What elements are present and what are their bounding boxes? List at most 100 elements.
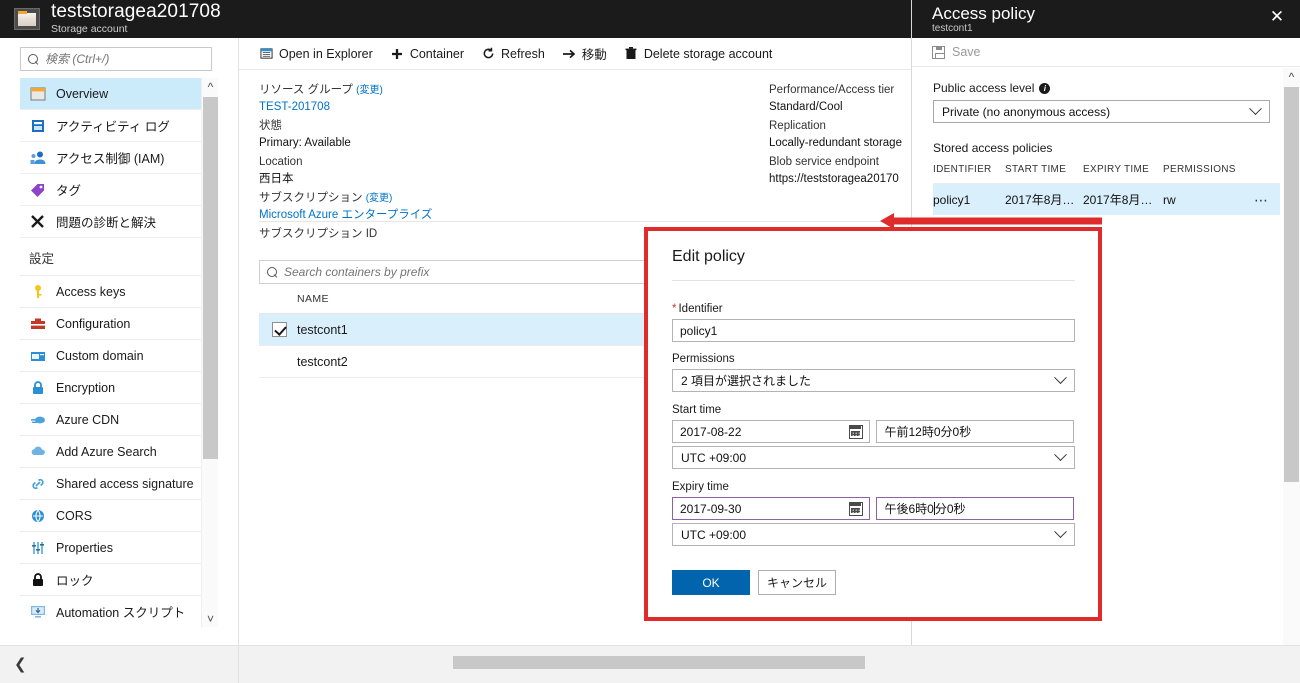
change-link[interactable]: (変更): [356, 85, 383, 96]
access-control-icon: [29, 149, 47, 167]
essentials-value: Primary: Available: [259, 137, 351, 149]
lock-black-icon: [29, 571, 47, 589]
permissions-field: Permissions 2 項目が選択されました: [672, 353, 1075, 392]
sidebar-item-properties[interactable]: Properties: [20, 532, 218, 564]
divider: [672, 280, 1075, 281]
public-access-level-select[interactable]: Private (no anonymous access): [933, 100, 1270, 123]
sidebar-item-azure-cdn[interactable]: Azure CDN: [20, 404, 218, 436]
close-icon[interactable]: ✕: [1266, 6, 1288, 28]
storage-account-icon: [14, 8, 40, 30]
access-policy-subtitle: testcont1: [932, 22, 973, 34]
blade-title-bar: teststoragea201708 Storage account: [0, 0, 911, 38]
command-label: Container: [409, 46, 465, 61]
info-icon[interactable]: i: [1039, 82, 1051, 94]
sidebar-item-tags[interactable]: タグ: [20, 174, 218, 206]
chevron-up-icon[interactable]: ^: [202, 78, 219, 95]
essentials-label: 状態: [259, 120, 282, 132]
expiry-date-input[interactable]: 2017-09-30: [672, 497, 870, 520]
permissions-select[interactable]: 2 項目が選択されました: [672, 369, 1075, 392]
diagnose-icon: [29, 213, 47, 231]
sidebar-item-access-keys[interactable]: Access keys: [20, 276, 218, 308]
access-policy-scrollbar[interactable]: ^ ˅: [1283, 68, 1300, 683]
sidebar-search-input[interactable]: [45, 52, 210, 66]
sidebar-item-add-azure-search[interactable]: Add Azure Search: [20, 436, 218, 468]
move-button[interactable]: 移動: [562, 44, 607, 63]
identifier-input[interactable]: [672, 319, 1075, 342]
dialog-buttons: OK キャンセル: [672, 570, 1074, 595]
sidebar-item-lock[interactable]: ロック: [20, 564, 218, 596]
essentials-label: Performance/Access tier: [769, 84, 895, 96]
sidebar-item-custom-domain[interactable]: Custom domain: [20, 340, 218, 372]
expiry-date-value: 2017-09-30: [680, 501, 742, 516]
chevron-left-icon[interactable]: ❮: [14, 645, 34, 683]
start-time-value: 午前12時0分0秒: [884, 425, 972, 439]
essentials-value: Standard/Cool: [769, 101, 843, 113]
row-checkbox[interactable]: [272, 322, 287, 337]
horizontal-scrollbar-thumb[interactable]: [453, 656, 865, 669]
sidebar-item-label: Overview: [56, 86, 109, 101]
expiry-time-value-pre: 午後6時0: [884, 502, 934, 516]
cancel-button[interactable]: キャンセル: [758, 570, 836, 595]
search-icon: [267, 266, 278, 278]
sidebar-item-diagnose[interactable]: 問題の診断と解決: [20, 206, 218, 238]
page-title: teststoragea201708: [51, 1, 221, 22]
sidebar-scrollbar[interactable]: ^ ˅: [201, 78, 218, 627]
sidebar-item-shared-access-signature[interactable]: Shared access signature: [20, 468, 218, 500]
expiry-time-input[interactable]: 午後6時0 分0秒: [875, 497, 1074, 520]
automation-script-icon: [29, 603, 47, 621]
sidebar-item-cors[interactable]: CORS: [20, 500, 218, 532]
chevron-down-icon[interactable]: ˅: [202, 610, 219, 627]
sidebar-scrollbar-thumb[interactable]: [203, 97, 218, 459]
expiry-timezone-select[interactable]: UTC +09:00: [672, 523, 1075, 546]
identifier-label: Identifier: [678, 303, 723, 315]
save-button[interactable]: Save: [912, 38, 1300, 67]
sidebar-item-configuration[interactable]: Configuration: [20, 308, 218, 340]
start-date-input[interactable]: 2017-08-22: [672, 420, 870, 443]
column-header-expiry-time: EXPIRY TIME: [1083, 164, 1150, 175]
delete-storage-account-button[interactable]: Delete storage account: [624, 47, 772, 61]
ellipsis-icon[interactable]: ⋯: [1254, 193, 1270, 207]
expiry-time-row: 2017-09-30 午後6時0 分0秒: [672, 497, 1074, 520]
start-timezone-select[interactable]: UTC +09:00: [672, 446, 1075, 469]
command-label: Refresh: [501, 46, 545, 61]
calendar-icon[interactable]: [848, 425, 863, 439]
sidebar-item-automation-script[interactable]: Automation スクリプト: [20, 596, 218, 627]
sidebar-item-activity-log[interactable]: アクティビティ ログ: [20, 110, 218, 142]
required-asterisk: *: [672, 303, 677, 315]
sidebar-item-label: Properties: [56, 540, 113, 555]
refresh-icon: [481, 47, 495, 60]
calendar-icon[interactable]: [848, 502, 863, 516]
start-timezone-value: UTC +09:00: [681, 450, 747, 465]
stored-policies-table-header: IDENTIFIER START TIME EXPIRY TIME PERMIS…: [933, 164, 1280, 184]
sidebar-search-wrap: [0, 38, 238, 79]
sidebar-item-access-control[interactable]: アクセス制御 (IAM): [20, 142, 218, 174]
essentials-label: リソース グループ: [259, 84, 353, 96]
access-policy-scrollbar-thumb[interactable]: [1284, 87, 1299, 482]
sidebar-item-overview[interactable]: Overview: [20, 78, 218, 110]
sidebar-item-label: アクセス制御 (IAM): [56, 152, 165, 166]
sidebar-section-label: 設定: [29, 252, 55, 266]
essentials-label: サブスクリプション: [259, 192, 363, 204]
essentials-value[interactable]: TEST-201708: [259, 99, 739, 116]
open-in-explorer-icon: [259, 47, 273, 60]
link-icon: [29, 475, 47, 493]
sidebar-item-label: Configuration: [56, 316, 131, 331]
open-in-explorer-button[interactable]: Open in Explorer: [259, 47, 373, 61]
chevron-down-icon: [1054, 448, 1067, 462]
ok-button[interactable]: OK: [672, 570, 750, 595]
sidebar-item-label: ロック: [56, 574, 94, 588]
sidebar-collapse-bar[interactable]: [0, 645, 239, 683]
public-access-level-label-row: Public access level i: [933, 81, 1280, 95]
sidebar-item-encryption[interactable]: Encryption: [20, 372, 218, 404]
add-container-button[interactable]: Container: [390, 47, 464, 61]
sidebar-search-box[interactable]: [20, 47, 212, 71]
change-link[interactable]: (変更): [366, 193, 393, 204]
activity-log-icon: [29, 117, 47, 135]
sidebar-item-label: Azure CDN: [56, 412, 120, 427]
start-time-input[interactable]: 午前12時0分0秒: [875, 420, 1074, 443]
sidebar-item-label: Access keys: [56, 284, 126, 299]
container-name: testcont1: [297, 322, 348, 337]
tag-icon: [29, 181, 47, 199]
chevron-up-icon[interactable]: ^: [1283, 68, 1300, 85]
refresh-button[interactable]: Refresh: [481, 47, 545, 61]
